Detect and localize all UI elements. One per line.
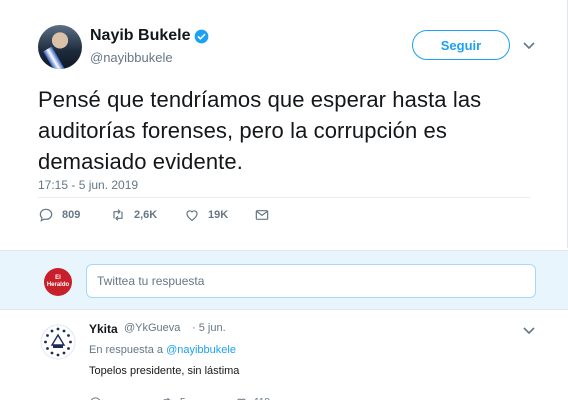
reply-author-name[interactable]: Ykita bbox=[89, 322, 118, 336]
verified-badge-icon bbox=[194, 29, 209, 44]
like-action[interactable]: 19K bbox=[184, 205, 228, 225]
reply-author-handle[interactable]: @YkGueva bbox=[124, 322, 180, 334]
tweet-page: Nayib Bukele @nayibbukele Seguir Pensé q… bbox=[0, 0, 568, 400]
chevron-down-icon[interactable] bbox=[522, 326, 536, 336]
like-action[interactable]: 118 bbox=[235, 392, 270, 400]
retweet-action[interactable]: 5 bbox=[161, 392, 186, 400]
like-count: 19K bbox=[208, 209, 229, 221]
in-reply-to: En respuesta a @nayibbukele bbox=[89, 344, 236, 356]
reply-action[interactable] bbox=[89, 392, 102, 400]
message-action[interactable] bbox=[254, 205, 270, 225]
main-tweet: Nayib Bukele @nayibbukele Seguir Pensé q… bbox=[0, 0, 568, 248]
reply-like-count: 118 bbox=[254, 397, 270, 400]
author-name[interactable]: Nayib Bukele bbox=[90, 27, 190, 45]
envelope-icon bbox=[255, 210, 269, 220]
tweet-timestamp[interactable]: 17:15 - 5 jun. 2019 bbox=[38, 178, 138, 192]
follow-button[interactable]: Seguir bbox=[412, 30, 510, 60]
reply-tweet: Ykita @YkGueva · 5 jun. En respuesta a @… bbox=[0, 312, 568, 400]
current-user-avatar: El Heraldo bbox=[44, 268, 72, 296]
tweet-text: Pensé que tendríamos que esperar hasta l… bbox=[38, 87, 482, 174]
divider bbox=[38, 197, 530, 198]
heart-icon bbox=[186, 210, 198, 222]
reply-text: Topelos presidente, sin lástima bbox=[89, 365, 240, 377]
reply-date[interactable]: · 5 jun. bbox=[192, 322, 226, 334]
reply-input[interactable]: Twittea tu respuesta bbox=[86, 264, 536, 298]
in-reply-handle-link[interactable]: @nayibbukele bbox=[166, 344, 236, 356]
in-reply-prefix: En respuesta a bbox=[89, 344, 163, 356]
reply-author-avatar[interactable] bbox=[40, 324, 76, 360]
retweet-action[interactable]: 2,6K bbox=[110, 205, 157, 225]
reply-icon bbox=[39, 208, 53, 222]
reply-icon bbox=[90, 396, 101, 400]
reply-retweet-count: 5 bbox=[180, 397, 186, 400]
heart-icon bbox=[237, 398, 246, 400]
retweet-icon bbox=[163, 397, 172, 400]
author-avatar[interactable] bbox=[38, 25, 82, 69]
retweet-icon bbox=[113, 209, 123, 221]
reply-action[interactable]: 809 bbox=[38, 205, 80, 225]
retweet-count: 2,6K bbox=[134, 209, 158, 221]
reply-composer: El Heraldo Twittea tu respuesta bbox=[0, 250, 568, 310]
author-handle[interactable]: @nayibbukele bbox=[90, 50, 173, 65]
chevron-down-icon[interactable] bbox=[522, 41, 536, 51]
reply-count: 809 bbox=[62, 209, 81, 221]
